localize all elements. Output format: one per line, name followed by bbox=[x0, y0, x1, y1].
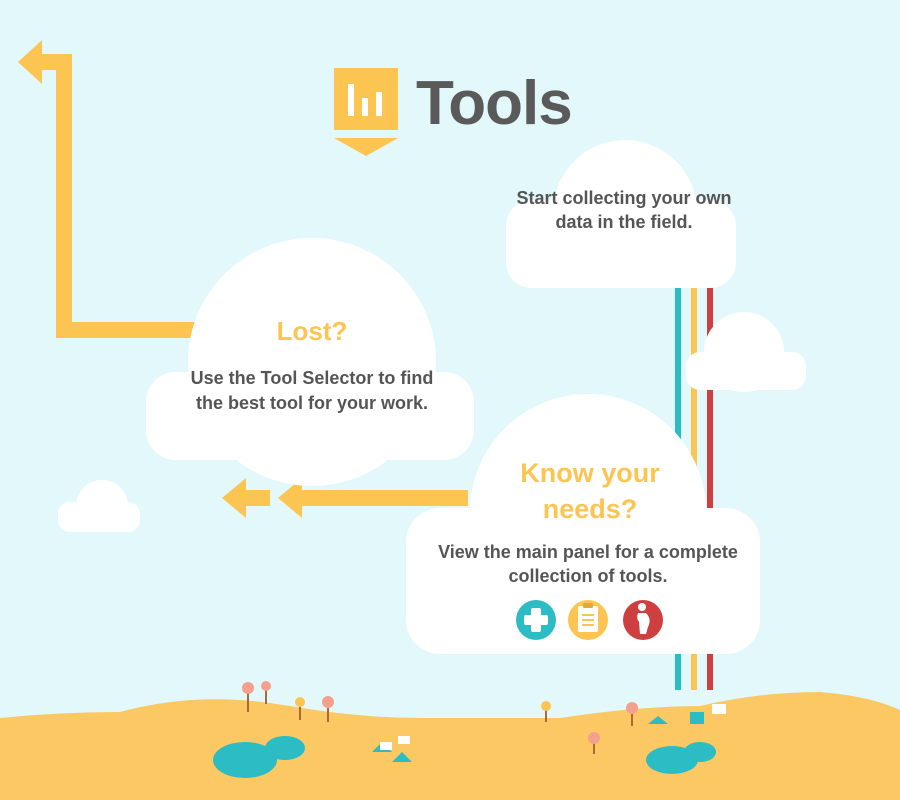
return-arrow[interactable] bbox=[18, 40, 195, 338]
cloud-lost bbox=[146, 238, 474, 486]
small-cloud-left bbox=[58, 480, 140, 532]
ground bbox=[0, 692, 900, 800]
health-cross-icon[interactable] bbox=[516, 600, 556, 640]
know-heading: Know your needs? bbox=[520, 458, 660, 524]
page-title: Tools bbox=[416, 69, 573, 138]
lost-heading: Lost? bbox=[276, 316, 348, 346]
small-cloud-right bbox=[686, 312, 806, 392]
know-body: View the main panel for a complete colle… bbox=[438, 542, 738, 586]
clipboard-icon[interactable] bbox=[568, 600, 608, 640]
pregnant-woman-icon[interactable] bbox=[623, 600, 663, 640]
lost-body: Use the Tool Selector to find the best t… bbox=[190, 368, 434, 413]
bar-chart-icon bbox=[334, 68, 398, 156]
tools-infographic: Tools Start collecting your own data in … bbox=[0, 0, 900, 800]
field-cloud-text: Start collecting your own data in the fi… bbox=[516, 188, 732, 232]
